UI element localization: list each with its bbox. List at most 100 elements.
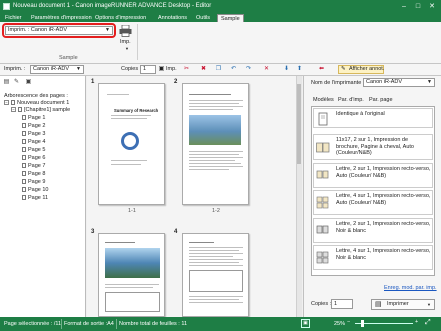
document-icon [316,112,330,126]
undo-icon[interactable]: ↶ [230,66,237,73]
page-thumbnail-2[interactable] [182,83,249,205]
view-icon[interactable]: ▣ [25,79,32,86]
tree-page-10[interactable]: Page 10 [22,187,49,193]
print-button[interactable]: ▤ Imprimer ▼ [371,299,435,310]
tree-page-9[interactable]: Page 9 [22,179,45,185]
thumb-label: 1-1 [128,208,136,214]
toolbar-copies-input[interactable]: 1 [140,65,156,74]
page-thumbnail-1[interactable]: Summary of Research [98,83,165,205]
template-label: Lettre, 2 sur 1, Impression recto-verso,… [336,221,431,234]
ribbon-print-label[interactable]: Imp. [120,39,131,45]
tab-page-params[interactable]: Par. page [369,97,393,103]
tree-page-11[interactable]: Page 11 [22,195,48,201]
page-number: 4 [174,229,178,235]
folder-icon [18,107,22,113]
page-number: 3 [91,229,95,235]
new-icon[interactable]: ▤ [3,79,10,86]
tree-page-2[interactable]: Page 2 [22,123,45,129]
annotation-icon: ✎ [341,66,346,72]
delete-page-icon[interactable]: ✕ [263,66,270,73]
copies-value: 1 [334,301,338,307]
tree-page-8[interactable]: Page 8 [22,171,45,177]
printer-name-value: Canon iR-ADV [366,79,403,85]
tree-page-label: Page 2 [28,123,46,129]
highlight-frame [2,23,116,38]
duplex-icon [316,196,330,210]
duplex-bw-icon [316,251,330,265]
template-item[interactable]: 11x17, 2 sur 1, Impression de brochure, … [313,134,433,160]
toolbar-printer-value: Canon iR-ADV [33,66,70,72]
tree-page-label: Page 3 [28,131,46,137]
tree-page-label: Page 11 [28,195,49,201]
page-icon [22,115,26,121]
tab-templates[interactable]: Modèles [313,97,334,103]
delete-icon[interactable]: ✂ [183,66,190,73]
page-icon [22,179,26,185]
chevron-down-icon[interactable]: ▼ [125,46,129,51]
edit-icon[interactable]: ✎ [13,79,20,86]
zoom-out-icon[interactable]: − [347,319,350,325]
redo-icon[interactable]: ↷ [245,66,252,73]
tree-root[interactable]: − Nouveau document 1 [4,100,69,106]
print-button-label: Imprimer [387,301,409,307]
tree-page-5[interactable]: Page 5 [22,147,45,153]
zoom-in-icon[interactable]: + [415,319,418,325]
page-icon [22,155,26,161]
tab-tools[interactable]: Outils [196,14,210,22]
template-item[interactable]: Lettre, 4 sur 1, Impression recto-verso,… [313,190,433,215]
template-item[interactable]: Lettre, 2 sur 1, Impression recto-verso,… [313,163,433,188]
template-item[interactable]: Lettre, 4 sur 1, Impression recto-verso,… [313,245,433,270]
chevron-down-icon: ▼ [427,302,431,307]
page-thumbnail-4[interactable] [182,233,249,317]
arrow-up-icon[interactable]: ⬆ [296,66,303,73]
fit-window-icon[interactable]: ⤢ [425,319,431,327]
template-item[interactable]: Identique à l'original [313,108,433,128]
collapse-icon[interactable]: − [11,107,16,113]
arrow-left-icon[interactable]: ⬅ [318,66,325,73]
tree-chapter[interactable]: − [Chapitre1] sample [11,107,70,113]
status-separator [61,319,62,329]
collapse-icon[interactable]: − [4,100,9,106]
page-tree-title: Arborescence des pages : [4,93,68,99]
copies-input[interactable]: 1 [331,299,353,309]
toolbar-copies-label: Copies : [121,66,142,72]
page-icon [22,139,26,145]
tab-print-params[interactable]: Par. d'imp. [338,97,364,103]
fit-page-icon[interactable]: ▣ [301,319,310,328]
page-thumbnail-3[interactable] [98,233,165,317]
template-item[interactable]: Lettre, 2 sur 1, Impression recto-verso,… [313,218,433,243]
tree-page-6[interactable]: Page 6 [22,155,45,161]
tab-fichier[interactable]: Fichier [5,14,22,22]
printer-icon[interactable] [119,24,132,37]
tab-print-settings[interactable]: Paramètres d'impression [31,14,92,22]
tree-page-4[interactable]: Page 4 [22,139,45,145]
arrow-down-icon[interactable]: ⬇ [283,66,290,73]
scrollbar-thumb[interactable] [297,84,301,164]
printer-icon[interactable]: ▣ [158,66,165,73]
copy-icon[interactable]: ❐ [215,66,222,73]
copies-label: Copies : [311,301,332,307]
zoom-slider-thumb[interactable] [361,320,364,327]
register-settings-link[interactable]: Enreg. mod. par. imp. [384,285,437,291]
thumb-doc-title: Summary of Research [114,108,159,113]
logo-graphic [121,132,139,150]
tab-annotations[interactable]: Annotations [158,14,187,22]
tab-print-options[interactable]: Options d'impression [95,14,146,22]
tree-page-7[interactable]: Page 7 [22,163,45,169]
printer-name-label: Nom de l'imprimante : [311,80,365,86]
toolbar-print-label[interactable]: Imp. [166,66,177,72]
template-label: Lettre, 4 sur 1, Impression recto-verso,… [336,193,431,206]
tree-page-label: Page 5 [28,147,46,153]
duplex-icon [316,169,330,183]
tab-sample[interactable]: Sample [217,14,244,22]
show-annotations-button[interactable]: ✎ Afficher annot. [338,65,384,74]
toolbar-printer-combo[interactable]: Canon iR-ADV ▼ [30,65,84,74]
tree-page-1[interactable]: Page 1 [22,115,45,121]
cut-icon[interactable]: ✖ [200,66,207,73]
tree-page-3[interactable]: Page 3 [22,131,45,137]
printer-name-combo[interactable]: Canon iR-ADV ▼ [363,78,435,87]
close-button[interactable]: ✕ [426,2,438,11]
maximize-button[interactable]: □ [412,2,424,11]
template-label: 11x17, 2 sur 1, Impression de brochure, … [336,137,414,156]
minimize-button[interactable]: – [398,2,410,11]
